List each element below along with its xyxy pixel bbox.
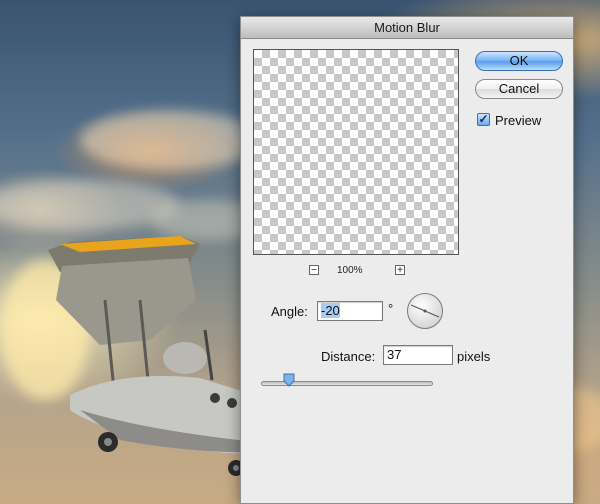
preview-label: Preview: [495, 113, 542, 128]
distance-input[interactable]: 37: [383, 345, 453, 365]
distance-unit: pixels: [457, 349, 491, 364]
plus-icon: +: [397, 265, 403, 276]
preview-area[interactable]: [253, 49, 459, 255]
distance-label: Distance:: [321, 349, 376, 364]
distance-slider-thumb[interactable]: [283, 373, 295, 387]
angle-dial-indicator-icon: [410, 304, 440, 318]
angle-dial[interactable]: [407, 293, 443, 329]
preview-checkbox[interactable]: ✓: [477, 113, 490, 126]
dialog-title: Motion Blur: [241, 17, 573, 39]
angle-input[interactable]: -20: [317, 301, 383, 321]
zoom-out-button[interactable]: −: [309, 265, 319, 276]
angle-label: Angle:: [271, 304, 308, 319]
checkmark-icon: ✓: [478, 112, 489, 126]
cancel-button[interactable]: Cancel: [475, 79, 563, 99]
ok-button[interactable]: OK: [475, 51, 563, 71]
zoom-in-button[interactable]: +: [395, 265, 405, 276]
degree-symbol: °: [388, 301, 394, 316]
zoom-level: 100%: [337, 265, 363, 276]
motion-blur-dialog: Motion Blur − 100% + OK Cancel ✓ Preview…: [240, 16, 574, 504]
angle-value: -20: [321, 303, 340, 318]
minus-icon: −: [311, 265, 317, 276]
